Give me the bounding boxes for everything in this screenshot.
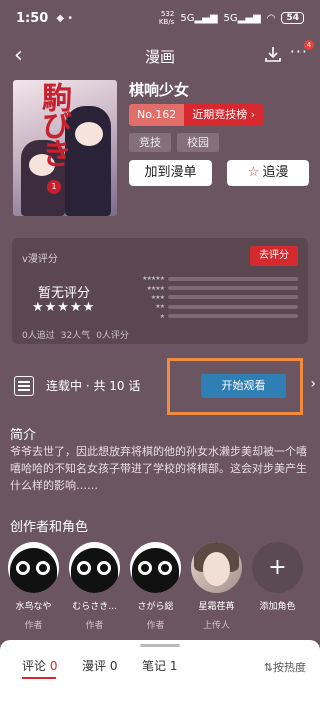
creators-list: 水鸟なや 作者 むらさき... 作者 さがら総 作者 星霜荏苒 上传人 + 添加… [8, 542, 318, 631]
page-title: 漫画 [144, 47, 175, 66]
rating-stats: 0人追过 32人气 0人评分 [22, 328, 129, 341]
rating-bar [168, 295, 298, 300]
list-icon [14, 376, 34, 396]
creator-item[interactable]: 水鸟なや 作者 [8, 542, 59, 631]
sort-icon: ⇅ [263, 661, 273, 674]
notification-badge: 4 [304, 40, 314, 50]
rating-bar-row: ★ [128, 312, 298, 321]
creator-item[interactable]: むらさき... 作者 [69, 542, 120, 631]
chevron-right-icon[interactable]: › [310, 376, 316, 392]
status-bar: 1:50 ◆ • 532 KB/s 5G▂▄▆ 5G▂▄▆ ◠ 54 [0, 0, 320, 36]
creator-name: むらさき... [72, 602, 117, 612]
bottom-tabbar: 评论 0 漫评 0 笔记 1 ⇅按热度 [0, 640, 320, 711]
rank-badge[interactable]: No.162 近期竞技榜 › [129, 104, 264, 126]
tab-notes[interactable]: 笔记 1 [142, 657, 177, 674]
rate-button[interactable]: 去评分 [250, 246, 298, 266]
no-score-text: 暂无评分 [38, 286, 91, 301]
drag-handle[interactable] [140, 644, 180, 647]
signal-2: 5G▂▄▆ [223, 12, 261, 24]
rating-card: v漫评分 去评分 暂无评分 ★★★★★ ★★★★★ ★★★★ ★★★ ★★ ★ … [12, 238, 308, 344]
serial-status: 连载中 · 共 10 话 [46, 379, 141, 393]
sort-button[interactable]: ⇅按热度 [264, 659, 306, 675]
top-nav: ‹ 漫画 ··· 4 [0, 36, 320, 76]
creators-title: 创作者和角色 [10, 520, 89, 535]
cover-volume: 1 [47, 180, 61, 194]
battery-icon: 54 [281, 12, 304, 24]
rating-stars: ★★★★★ [32, 300, 96, 315]
rating-bar [168, 286, 298, 291]
rating-bar [168, 314, 298, 319]
star-icon: ☆ [247, 165, 260, 180]
rating-label: v漫评分 [22, 254, 58, 265]
back-icon[interactable]: ‹ [14, 45, 23, 67]
tag[interactable]: 校园 [177, 133, 219, 152]
rating-bar-row: ★★★★ [128, 283, 298, 292]
rating-bar [168, 304, 298, 309]
avatar [8, 542, 59, 593]
creator-item[interactable]: 星霜荏苒 上传人 [191, 542, 242, 631]
rating-count: 0人评分 [96, 331, 129, 341]
rank-list: 近期竞技榜 › [184, 104, 264, 126]
rating-distribution: ★★★★★ ★★★★ ★★★ ★★ ★ [128, 274, 298, 321]
highlight-box [167, 358, 303, 415]
tab-comments[interactable]: 评论 0 [22, 657, 57, 674]
status-time: 1:50 [16, 10, 49, 26]
notification-icons: ◆ • [56, 12, 74, 24]
add-character-label: 添加角色 [259, 602, 296, 612]
manga-cover[interactable]: 駒びき 1 [13, 80, 117, 216]
rating-bar [168, 276, 298, 281]
rating-bar-row: ★★ [128, 302, 298, 311]
follow-button[interactable]: ☆ 追漫 [227, 160, 309, 186]
creator-role: 作者 [85, 621, 104, 631]
cover-face [75, 122, 103, 146]
avatar [69, 542, 120, 593]
followers-count: 0人追过 [22, 331, 55, 341]
creator-name: 星霜荏苒 [198, 602, 235, 612]
popularity-count: 32人气 [60, 331, 91, 341]
rating-bar-row: ★★★★★ [128, 274, 298, 283]
intro-title: 简介 [10, 428, 37, 443]
active-tab-indicator [22, 677, 56, 679]
creator-name: 水鸟なや [15, 602, 52, 612]
creator-item[interactable]: さがら総 作者 [130, 542, 181, 631]
signal-1: 5G▂▄▆ [180, 12, 218, 24]
creator-role: 作者 [24, 621, 43, 631]
tag[interactable]: 竞技 [129, 133, 171, 152]
wifi-icon: ◠ [266, 12, 276, 24]
creator-name: さがら総 [137, 602, 174, 612]
rating-bar-row: ★★★ [128, 293, 298, 302]
rank-number: No.162 [129, 104, 185, 126]
creator-role: 作者 [146, 621, 165, 631]
add-to-list-button[interactable]: 加到漫单 [129, 160, 212, 186]
intro-text[interactable]: 爷爷去世了，因此想放弃将棋的他的孙女水濑步美却被一个嘻嘻哈哈的不知名女孩子带进了… [10, 443, 310, 494]
add-character-item[interactable]: + 添加角色 [252, 542, 303, 631]
avatar [191, 542, 242, 593]
cover-title: 駒びき [36, 82, 71, 166]
plus-icon[interactable]: + [252, 542, 303, 593]
download-icon[interactable] [264, 45, 282, 67]
avatar [130, 542, 181, 593]
manga-title: 棋响少女 [129, 81, 190, 99]
tag-list: 竞技 校园 [129, 133, 219, 152]
creator-role: 上传人 [202, 621, 230, 631]
network-speed: 532 KB/s [158, 10, 175, 26]
status-right: 532 KB/s 5G▂▄▆ 5G▂▄▆ ◠ 54 [159, 10, 304, 26]
tab-reviews[interactable]: 漫评 0 [82, 657, 117, 674]
